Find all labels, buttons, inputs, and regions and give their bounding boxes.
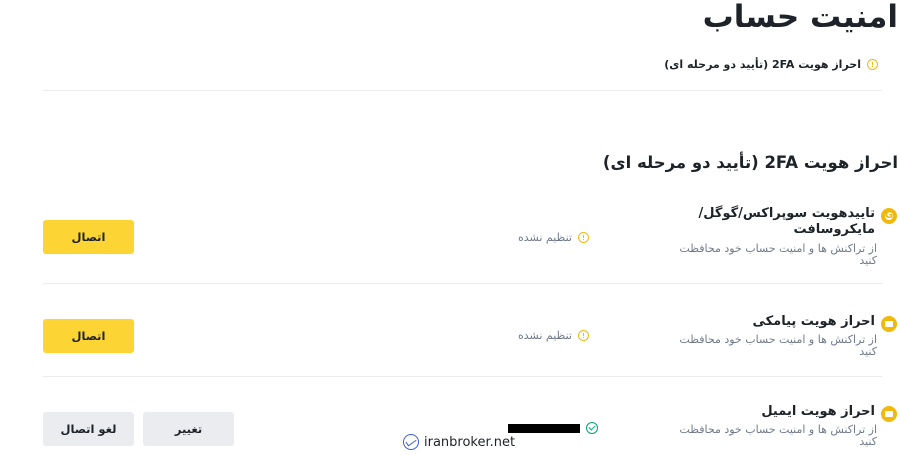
section-title: احراز هویت 2FA (تأیید دو مرحله ای) xyxy=(602,153,898,172)
warning-icon xyxy=(577,232,589,243)
change-email-button[interactable]: تغییر xyxy=(143,412,234,446)
warning-icon xyxy=(867,59,878,70)
watermark-text: iranbroker.net xyxy=(424,434,516,450)
method-head: احراز هویت پیامکی xyxy=(752,314,897,332)
twofa-notice: احراز هویت 2FA (تأیید دو مرحله ای) xyxy=(664,58,878,71)
masked-email xyxy=(508,423,580,433)
twofa-notice-text: احراز هویت 2FA (تأیید دو مرحله ای) xyxy=(664,58,861,71)
method-title: احراز هویت پیامکی xyxy=(752,314,875,329)
divider xyxy=(43,90,882,91)
method-head: احراز هویت ایمیل xyxy=(761,404,897,422)
method-description: از تراکنش ها و امنیت حساب خود محافظت کنی… xyxy=(679,423,877,448)
status-text: تنظیم نشده xyxy=(518,329,572,342)
divider xyxy=(43,283,882,284)
method-description: از تراکنش ها و امنیت حساب خود محافظت کنی… xyxy=(679,242,877,267)
status-connected xyxy=(508,422,598,434)
disconnect-email-button[interactable]: لغو اتصال xyxy=(43,412,134,446)
sms-icon xyxy=(881,316,897,332)
method-title: تاییدهویت سوپراکس/گوگل/مایکروسافت xyxy=(698,206,875,237)
page-title: امنیت حساب xyxy=(702,0,898,35)
status-text: تنظیم نشده xyxy=(518,231,572,244)
method-title: احراز هویت ایمیل xyxy=(761,404,875,419)
connect-sms-button[interactable]: اتصال xyxy=(43,319,134,353)
check-circle-icon xyxy=(586,422,598,434)
email-icon xyxy=(881,406,897,422)
method-description: از تراکنش ها و امنیت حساب خود محافظت کنی… xyxy=(679,333,877,358)
connect-authenticator-button[interactable]: اتصال xyxy=(43,220,134,254)
status-not-set: تنظیم نشده xyxy=(518,329,589,342)
trend-check-icon xyxy=(403,434,419,450)
method-head: G تاییدهویت سوپراکس/گوگل/مایکروسافت xyxy=(685,206,897,238)
divider xyxy=(43,376,882,377)
watermark: iranbroker.net xyxy=(403,434,515,450)
google-authenticator-icon: G xyxy=(881,208,897,224)
status-not-set: تنظیم نشده xyxy=(518,231,589,244)
warning-icon xyxy=(577,330,589,341)
